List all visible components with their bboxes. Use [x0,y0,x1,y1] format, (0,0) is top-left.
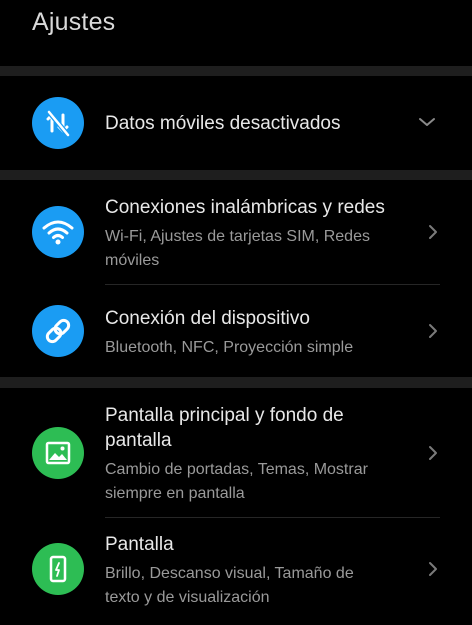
settings-header: Ajustes [0,0,472,66]
item-subtitle: Bluetooth, NFC, Proyección simple [105,339,354,356]
item-subtitle: siempre en pantalla [105,485,245,502]
chevron-right-icon [424,560,442,578]
mobile-data-row[interactable]: Datos móviles desactivados [0,76,472,170]
item-label: pantalla [105,430,172,451]
image-icon [32,427,84,479]
item-label: Pantalla [105,534,174,555]
settings-item-device-connection[interactable]: Conexión del dispositivo Bluetooth, NFC,… [0,285,472,377]
wifi-icon [32,206,84,258]
phone-screen-icon [32,543,84,595]
settings-item-display[interactable]: Pantalla Brillo, Descanso visual, Tamaño… [0,518,472,625]
section-divider [0,170,472,180]
item-subtitle: Wi-Fi, Ajustes de tarjetas SIM, Redes [105,228,370,245]
mobile-data-label: Datos móviles desactivados [105,113,341,134]
chevron-right-icon [424,322,442,340]
chevron-right-icon [424,223,442,241]
item-label: Conexiones inalámbricas y redes [105,197,385,218]
item-subtitle: Brillo, Descanso visual, Tamaño de [105,565,354,582]
item-label: Pantalla principal y fondo de [105,405,344,426]
section-divider [0,377,472,388]
settings-item-wireless[interactable]: Conexiones inalámbricas y redes Wi-Fi, A… [0,180,472,284]
item-subtitle: texto y de visualización [105,589,270,606]
chevron-down-icon[interactable] [418,113,436,131]
page-title: Ajustes [32,8,116,36]
mobile-data-off-icon [32,97,84,149]
item-subtitle: móviles [105,252,160,269]
item-label: Conexión del dispositivo [105,308,310,329]
item-subtitle: Cambio de portadas, Temas, Mostrar [105,461,368,478]
settings-item-home-screen-wallpaper[interactable]: Pantalla principal y fondo de pantalla C… [0,388,472,517]
chevron-right-icon [424,444,442,462]
link-icon [32,305,84,357]
section-divider [0,66,472,76]
